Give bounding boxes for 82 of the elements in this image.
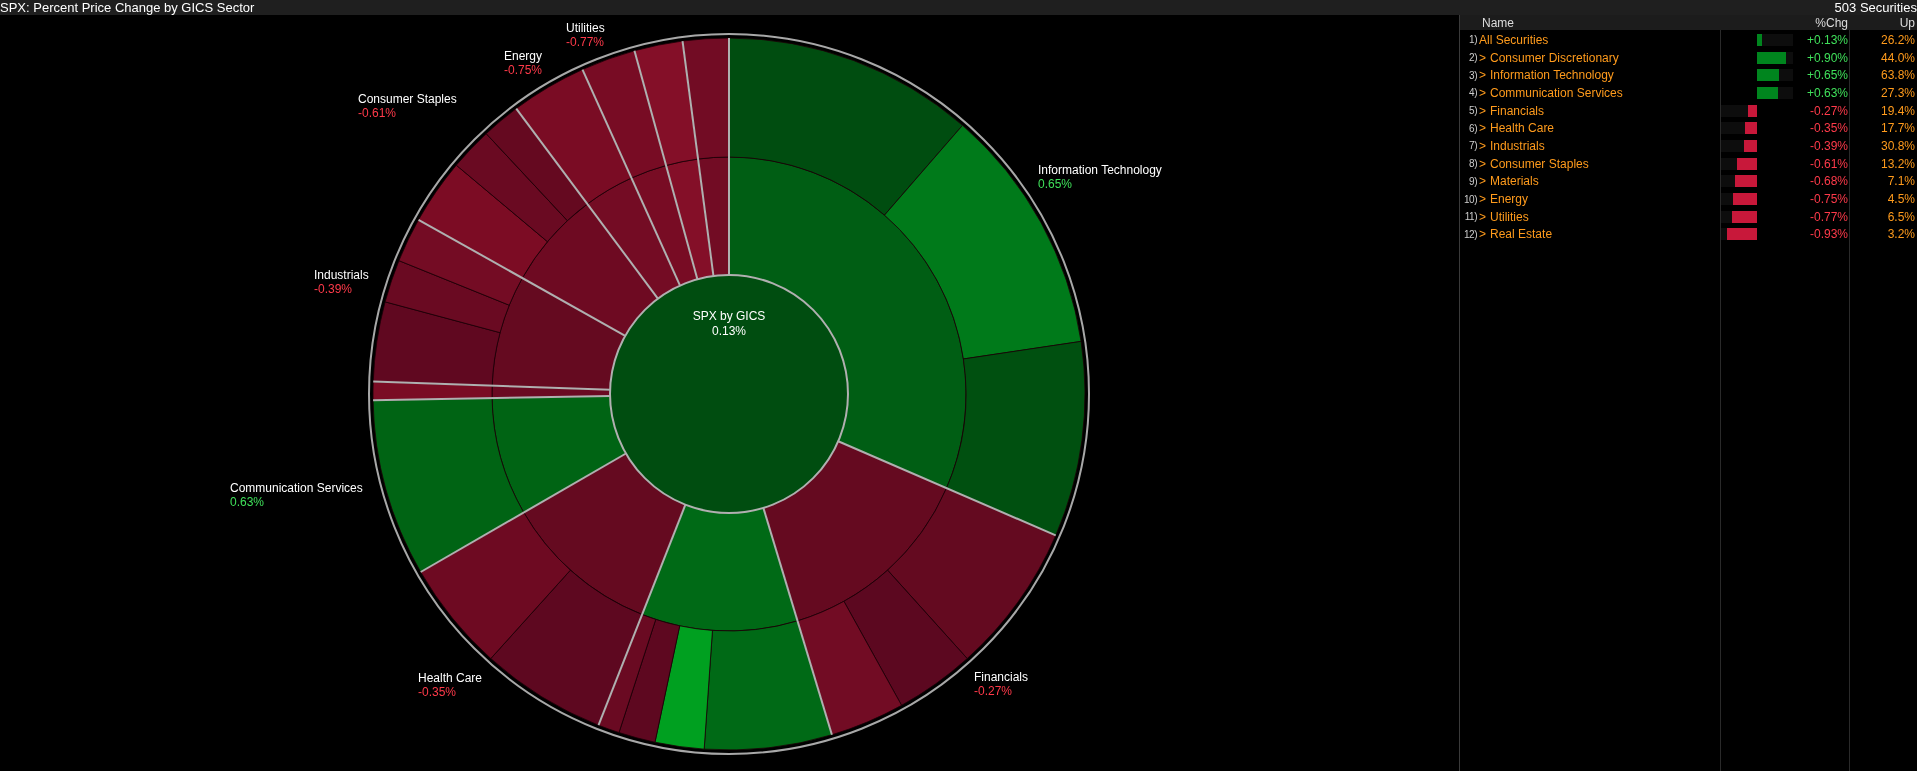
row-number: 12) bbox=[1464, 228, 1477, 240]
sector-change: -0.75% bbox=[504, 63, 543, 77]
up-percent: 3.2% bbox=[1887, 227, 1915, 242]
up-percent: 44.0% bbox=[1880, 50, 1915, 65]
row-number: 1) bbox=[1469, 34, 1477, 46]
expand-marker[interactable]: > bbox=[1479, 227, 1486, 242]
change-value: +0.63% bbox=[1806, 85, 1848, 100]
sector-name[interactable]: All Securities bbox=[1479, 32, 1549, 47]
expand-marker[interactable]: > bbox=[1479, 50, 1486, 65]
up-percent: 4.5% bbox=[1887, 192, 1915, 207]
column-header[interactable]: Up bbox=[1899, 15, 1915, 30]
up-percent: 19.4% bbox=[1880, 103, 1915, 118]
sector-label: Consumer Staples bbox=[358, 92, 457, 106]
expand-marker[interactable]: > bbox=[1479, 68, 1486, 83]
sector-name[interactable]: Health Care bbox=[1490, 121, 1555, 136]
change-value: +0.13% bbox=[1806, 32, 1848, 47]
row-number: 8) bbox=[1469, 158, 1477, 170]
sector-name[interactable]: Consumer Discretionary bbox=[1490, 50, 1619, 65]
change-value: -0.39% bbox=[1809, 138, 1848, 153]
sector-name[interactable]: Information Technology bbox=[1490, 68, 1614, 83]
sector-change: -0.35% bbox=[418, 685, 457, 699]
change-value: +0.65% bbox=[1806, 68, 1848, 83]
sector-label: Industrials bbox=[314, 268, 369, 282]
sector-name[interactable]: Energy bbox=[1490, 192, 1529, 207]
expand-marker[interactable]: > bbox=[1479, 121, 1486, 136]
securities-count: 503 Securities bbox=[1834, 0, 1917, 15]
expand-marker[interactable]: > bbox=[1479, 103, 1486, 118]
sector-name[interactable]: Industrials bbox=[1490, 138, 1545, 153]
row-number: 4) bbox=[1469, 87, 1477, 99]
sector-change: 0.65% bbox=[1038, 177, 1073, 191]
sector-change: -0.27% bbox=[974, 684, 1013, 698]
row-number: 7) bbox=[1469, 140, 1477, 152]
change-value: -0.77% bbox=[1809, 209, 1848, 224]
sector-name[interactable]: Financials bbox=[1490, 103, 1545, 118]
sector-label: Energy bbox=[504, 49, 543, 63]
sector-label: Financials bbox=[974, 670, 1029, 684]
sector-label: Utilities bbox=[566, 21, 605, 35]
expand-marker[interactable]: > bbox=[1479, 209, 1486, 224]
up-percent: 27.3% bbox=[1880, 85, 1915, 100]
change-value: -0.35% bbox=[1809, 121, 1848, 136]
expand-marker[interactable]: > bbox=[1479, 192, 1486, 207]
up-percent: 7.1% bbox=[1887, 174, 1915, 189]
column-header[interactable]: %Chg bbox=[1815, 15, 1848, 30]
sector-change: 0.63% bbox=[230, 495, 265, 509]
expand-marker[interactable]: > bbox=[1479, 174, 1486, 189]
up-percent: 30.8% bbox=[1880, 138, 1915, 153]
change-value: -0.61% bbox=[1809, 156, 1848, 171]
up-percent: 13.2% bbox=[1880, 156, 1915, 171]
sector-change: -0.39% bbox=[314, 282, 353, 296]
sector-name[interactable]: Materials bbox=[1490, 174, 1539, 189]
row-number: 11) bbox=[1464, 211, 1477, 223]
expand-marker[interactable]: > bbox=[1479, 85, 1486, 100]
expand-marker[interactable]: > bbox=[1479, 156, 1486, 171]
sector-change: -0.77% bbox=[566, 35, 605, 49]
column-header[interactable]: Name bbox=[1482, 15, 1514, 30]
sector-name[interactable]: Consumer Staples bbox=[1490, 156, 1589, 171]
change-value: -0.75% bbox=[1809, 192, 1848, 207]
sector-label: Communication Services bbox=[230, 481, 363, 495]
row-number: 10) bbox=[1464, 193, 1477, 205]
up-percent: 26.2% bbox=[1880, 32, 1915, 47]
row-number: 2) bbox=[1469, 52, 1477, 64]
row-number: 3) bbox=[1469, 69, 1477, 81]
change-value: -0.93% bbox=[1809, 227, 1848, 242]
change-value: -0.27% bbox=[1809, 103, 1848, 118]
up-percent: 6.5% bbox=[1887, 209, 1915, 224]
panel-title: SPX: Percent Price Change by GICS Sector bbox=[0, 0, 255, 15]
sector-name[interactable]: Real Estate bbox=[1490, 227, 1553, 242]
sector-name[interactable]: Utilities bbox=[1490, 209, 1529, 224]
up-percent: 17.7% bbox=[1880, 121, 1915, 136]
sector-change: -0.61% bbox=[358, 106, 397, 120]
row-number: 6) bbox=[1469, 122, 1477, 134]
sector-label: Information Technology bbox=[1038, 163, 1162, 177]
center-value: 0.13% bbox=[712, 324, 746, 339]
row-number: 5) bbox=[1469, 105, 1477, 117]
center-title: SPX by GICS bbox=[692, 309, 766, 324]
sector-label: Health Care bbox=[418, 671, 483, 685]
sector-name[interactable]: Communication Services bbox=[1490, 85, 1623, 100]
expand-marker[interactable]: > bbox=[1479, 138, 1486, 153]
up-percent: 63.8% bbox=[1880, 68, 1915, 83]
change-value: -0.68% bbox=[1809, 174, 1848, 189]
change-value: +0.90% bbox=[1806, 50, 1848, 65]
row-number: 9) bbox=[1469, 175, 1477, 187]
